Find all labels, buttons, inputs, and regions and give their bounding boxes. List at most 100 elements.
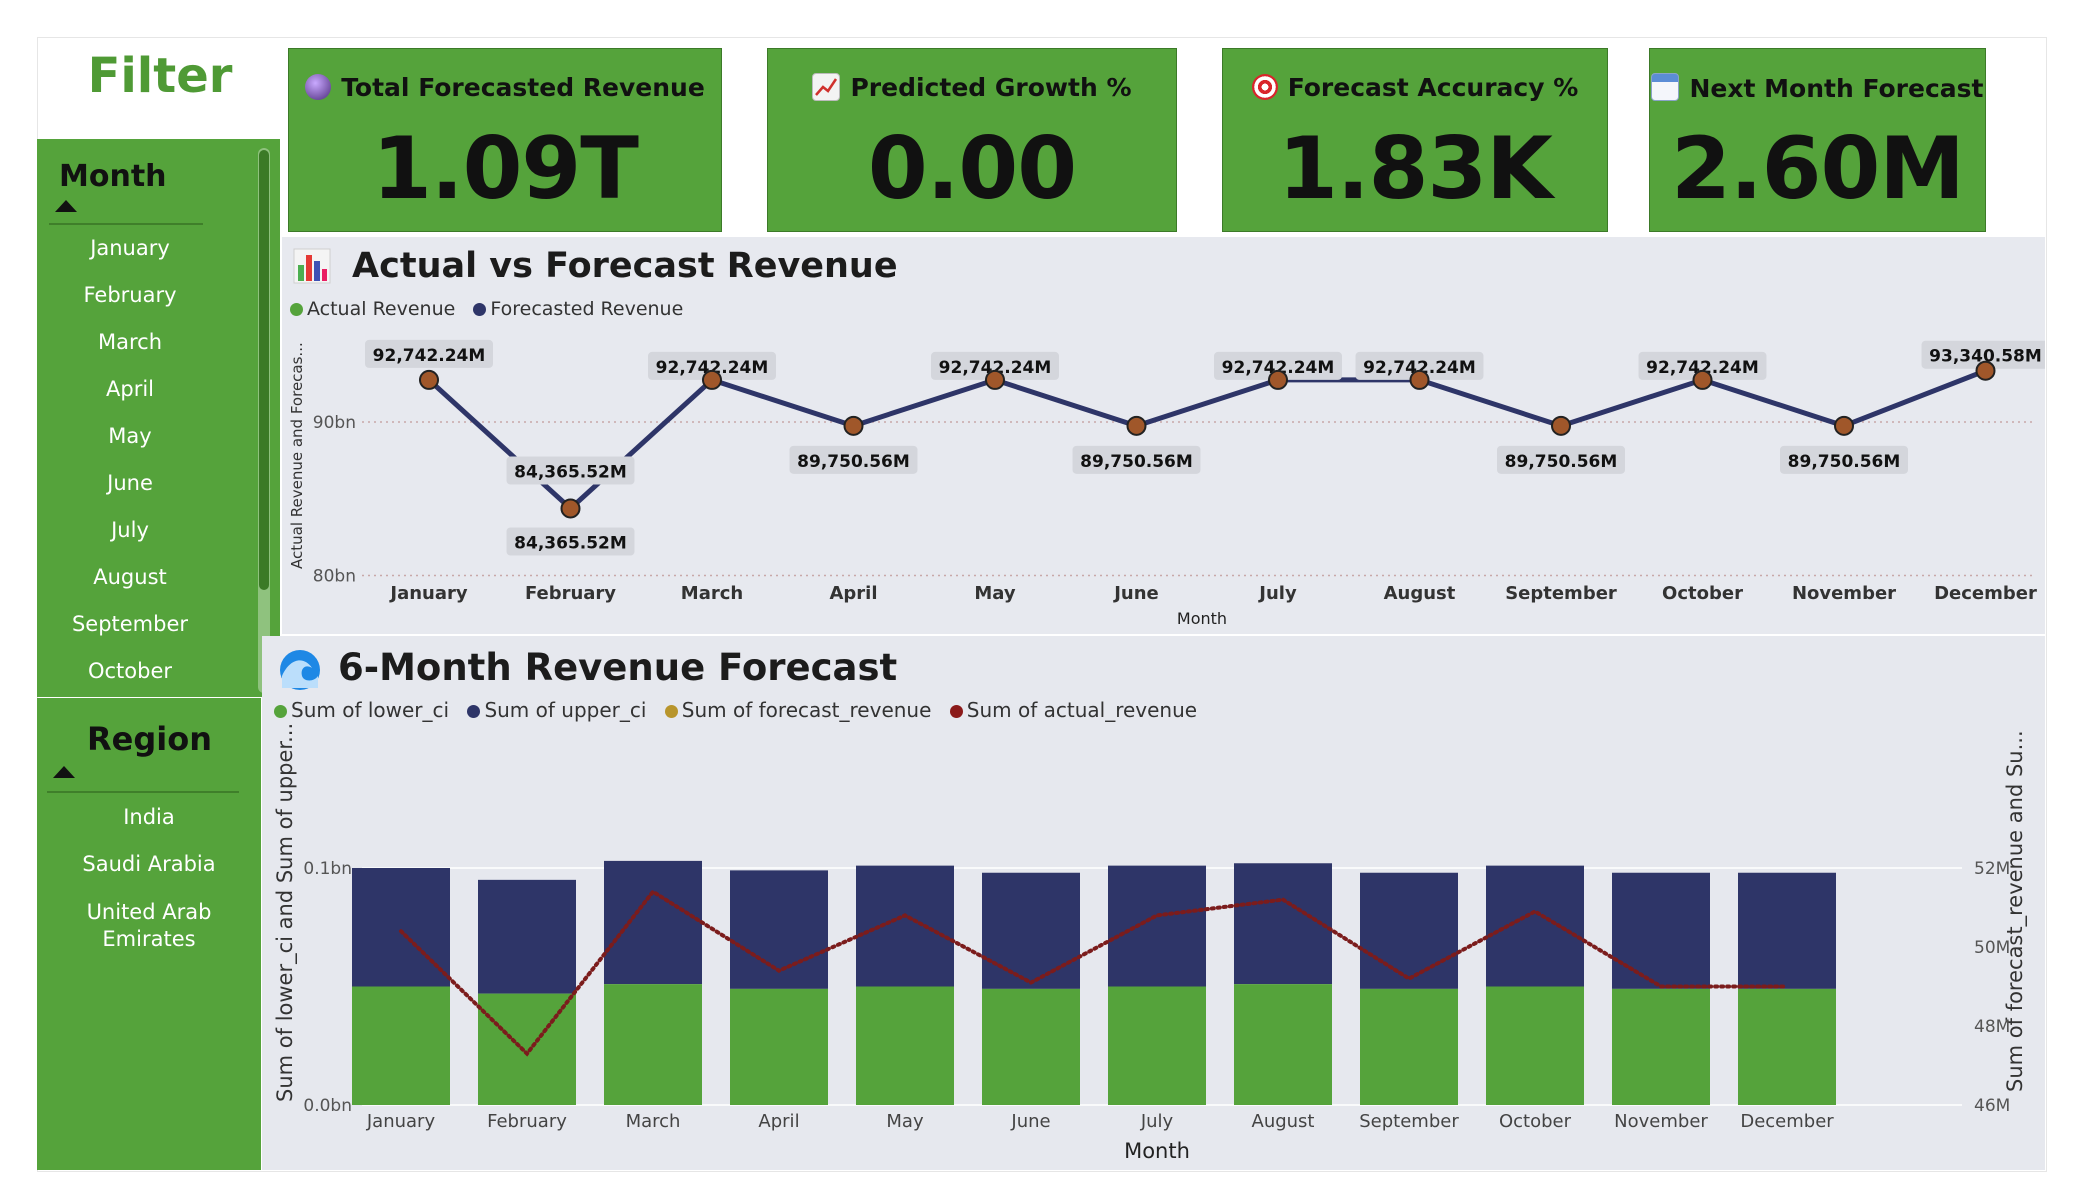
month-slicer[interactable]: Month January February March April May June Ju… (37, 139, 280, 697)
data-point-marker[interactable] (1692, 369, 1713, 390)
kpi-card-predicted-growth: Predicted Growth % 0.00 (767, 48, 1177, 232)
combo-chart-panel: 6-Month Revenue Forecast Sum of lower_ci… (262, 636, 2045, 1170)
data-point-marker[interactable] (985, 369, 1005, 390)
kpi-card-total-forecasted-revenue: Total Forecasted Revenue 1.09T (288, 48, 722, 232)
y-axis-title-left: Sum of lower_ci and Sum of upper... (273, 723, 298, 1102)
kpi-card-next-month-forecast: Next Month Forecast 2.60M (1649, 48, 1986, 232)
slicer-divider (49, 223, 203, 225)
month-item-march[interactable]: March (37, 330, 223, 354)
x-tick-label: May (974, 583, 1016, 604)
month-item-july[interactable]: July (37, 518, 223, 542)
kpi-label: Predicted Growth % (768, 73, 1176, 102)
x-tick-label: June (1112, 583, 1159, 604)
bar-lower-ci[interactable] (1486, 986, 1584, 1106)
x-tick-label: December (1740, 1111, 1834, 1132)
line-chart-plot[interactable]: Actual Revenue and Forecas... Month 90bn… (282, 237, 2045, 634)
region-item-saudi-arabia[interactable]: Saudi Arabia (37, 852, 261, 876)
data-point-marker[interactable] (419, 369, 439, 390)
bar-upper-ci[interactable] (1234, 863, 1332, 985)
crystal-ball-icon (305, 74, 332, 100)
data-label: 89,750.56M (789, 445, 918, 474)
x-tick-label: September (1505, 583, 1617, 604)
bar-upper-ci[interactable] (604, 860, 702, 985)
series-line-forecasted-revenue (427, 368, 1987, 511)
y-tick-label-right: 48M (1974, 1017, 2010, 1037)
bar-lower-ci[interactable] (982, 988, 1080, 1105)
line-chart-panel: Actual vs Forecast Revenue Actual Revenu… (282, 237, 2045, 634)
bar-lower-ci[interactable] (1360, 988, 1458, 1105)
data-point-marker[interactable] (1268, 369, 1288, 390)
region-item-india[interactable]: India (37, 805, 261, 829)
kpi-card-forecast-accuracy: Forecast Accuracy % 1.83K (1222, 48, 1608, 232)
x-tick-label: November (1614, 1111, 1708, 1132)
data-label: 89,750.56M (1072, 445, 1201, 474)
filter-title: Filter (87, 48, 233, 104)
bar-upper-ci[interactable] (1612, 872, 1710, 989)
bar-lower-ci[interactable] (1612, 988, 1710, 1105)
bar-lower-ci[interactable] (352, 986, 450, 1106)
data-point-marker[interactable] (1975, 360, 1996, 381)
data-point-marker[interactable] (560, 498, 581, 519)
kpi-label-text: Next Month Forecast (1689, 74, 1984, 103)
kpi-value: 1.83K (1278, 119, 1553, 219)
bar-upper-ci[interactable] (1738, 872, 1836, 989)
month-item-february[interactable]: February (37, 283, 223, 307)
y-tick-label-right: 46M (1974, 1096, 2010, 1116)
bar-lower-ci[interactable] (1738, 988, 1836, 1105)
kpi-label-text: Total Forecasted Revenue (341, 73, 705, 102)
sort-ascending-icon[interactable] (55, 200, 77, 212)
x-tick-label: April (758, 1111, 799, 1132)
kpi-label-text: Predicted Growth % (850, 73, 1132, 102)
x-tick-label: September (1359, 1111, 1459, 1132)
bar-upper-ci[interactable] (1360, 872, 1458, 989)
bar-upper-ci[interactable] (1108, 865, 1206, 987)
x-tick-label: December (1934, 583, 2037, 604)
data-point-marker[interactable] (1126, 415, 1147, 436)
bar-upper-ci[interactable] (982, 872, 1080, 989)
bar-lower-ci[interactable] (604, 984, 702, 1105)
x-tick-label: July (1140, 1111, 1174, 1132)
bar-lower-ci[interactable] (1108, 986, 1206, 1106)
bar-upper-ci[interactable] (1486, 865, 1584, 987)
kpi-value: 2.60M (1671, 119, 1965, 219)
bar-upper-ci[interactable] (352, 868, 450, 987)
region-item-uae[interactable]: United Arab Emirates (79, 899, 219, 953)
target-icon (1251, 74, 1278, 100)
data-label: 89,750.56M (1497, 445, 1625, 474)
x-tick-label: March (626, 1111, 681, 1132)
bar-upper-ci[interactable] (478, 879, 576, 994)
data-point-marker[interactable] (1834, 415, 1854, 436)
scrollbar-thumb[interactable] (259, 150, 269, 590)
bar-lower-ci[interactable] (856, 986, 954, 1106)
data-label-text: 92,742.24M (373, 346, 486, 366)
bar-upper-ci[interactable] (856, 865, 954, 987)
x-tick-label: November (1792, 583, 1896, 604)
sort-ascending-icon[interactable] (53, 766, 75, 778)
month-item-april[interactable]: April (37, 377, 223, 401)
month-item-september[interactable]: September (37, 612, 223, 636)
x-tick-label: August (1252, 1111, 1315, 1132)
bar-lower-ci[interactable] (730, 988, 828, 1105)
month-slicer-scrollbar[interactable] (258, 148, 270, 693)
month-item-january[interactable]: January (37, 236, 223, 260)
combo-chart-plot[interactable]: Sum of lower_ci and Sum of upper... Sum … (262, 636, 2045, 1170)
region-slicer-title: Region (87, 720, 212, 758)
y-tick-label: 80bn (313, 567, 356, 587)
month-item-august[interactable]: August (37, 565, 223, 589)
data-point-marker[interactable] (843, 415, 864, 436)
y-axis-title-right: Sum of forecast_revenue and Su... (2003, 730, 2028, 1092)
region-slicer[interactable]: Region India Saudi Arabia United Arab Em… (37, 698, 261, 1170)
data-label: 89,750.56M (1780, 445, 1908, 474)
data-point-marker[interactable] (1409, 369, 1430, 390)
data-point-marker[interactable] (702, 369, 722, 390)
x-axis-title: Month (1177, 609, 1227, 628)
month-item-june[interactable]: June (37, 471, 223, 495)
x-tick-label: August (1384, 583, 1456, 604)
y-tick-label-left: 0.0bn (303, 1096, 352, 1116)
month-item-may[interactable]: May (37, 424, 223, 448)
data-label-text: 84,365.52M (514, 462, 627, 482)
x-tick-label: February (525, 583, 616, 604)
data-point-marker[interactable] (1551, 415, 1571, 436)
bar-lower-ci[interactable] (1234, 984, 1332, 1105)
month-item-october[interactable]: October (37, 659, 223, 683)
